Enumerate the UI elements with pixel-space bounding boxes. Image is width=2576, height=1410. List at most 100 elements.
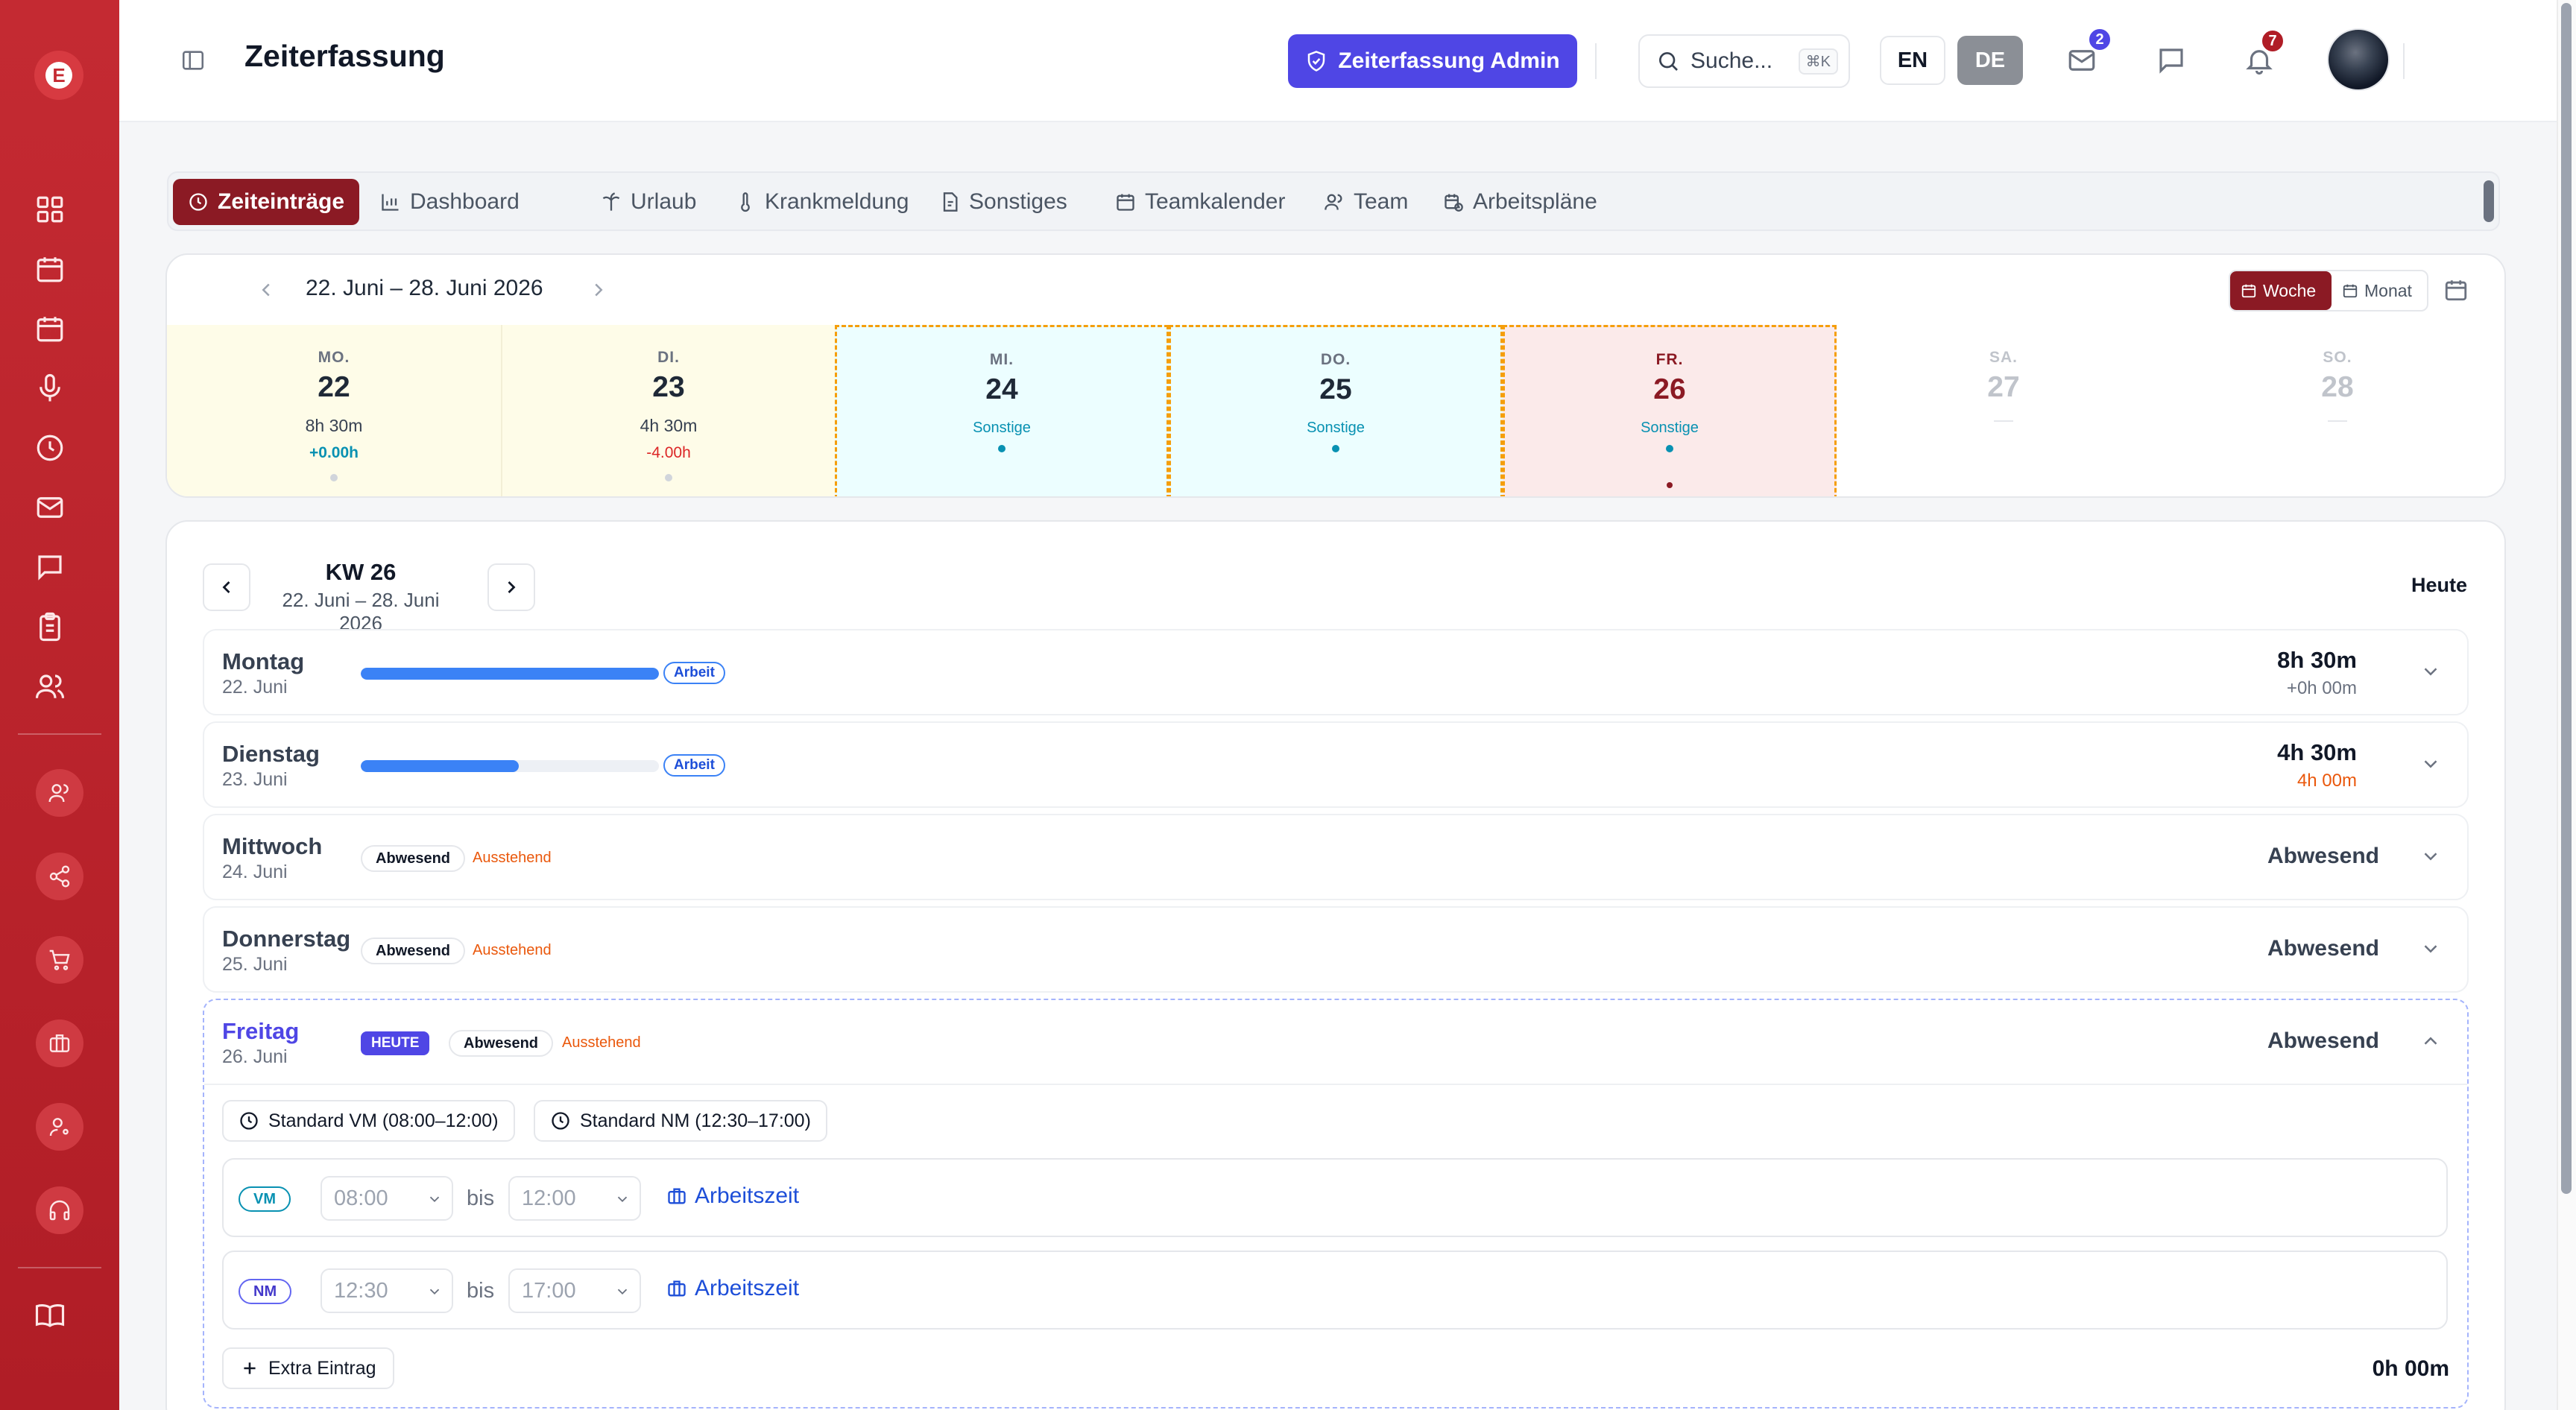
team-button[interactable] xyxy=(36,769,83,817)
shield-check-icon xyxy=(1305,50,1328,72)
slot-to-select[interactable]: 17:00 xyxy=(508,1268,641,1313)
main-area: Zeiterfassung Zeiterfassung Admin Suche.… xyxy=(119,0,2557,1410)
app-logo[interactable]: E xyxy=(34,51,83,100)
calendar-icon xyxy=(1115,192,1136,212)
clock-icon xyxy=(239,1110,259,1131)
absent-tag: Abwesend xyxy=(361,845,466,872)
mail-icon[interactable] xyxy=(34,492,66,523)
next-week-button[interactable] xyxy=(487,563,535,611)
work-tag: Arbeit xyxy=(663,662,725,684)
slot-from-select[interactable]: 12:30 xyxy=(321,1268,453,1313)
tab-teamkalender[interactable]: Teamkalender xyxy=(1100,179,1300,225)
day-row-friday[interactable]: Freitag 26. Juni HEUTE Abwesend Ausstehe… xyxy=(203,999,2469,1409)
day-cell-thu[interactable]: DO. 25 Sonstige xyxy=(1169,325,1503,496)
week-range: 22. Juni – 28. Juni 2026 xyxy=(282,589,440,634)
slot-type-link[interactable]: Arbeitszeit xyxy=(666,1183,799,1209)
calendar-picker-icon[interactable] xyxy=(2443,277,2469,303)
tabs-scrollbar[interactable] xyxy=(2484,180,2494,222)
tab-team[interactable]: Team xyxy=(1309,179,1423,225)
day-cell-fri[interactable]: FR. 26 Sonstige xyxy=(1503,325,1837,496)
template-vm-label: Standard VM (08:00–12:00) xyxy=(268,1110,499,1131)
row-day-name: Mittwoch xyxy=(222,833,323,859)
day-row-monday[interactable]: Montag 22. Juni Arbeit 8h 30m +0h 00m xyxy=(203,629,2469,715)
user-cog-icon xyxy=(48,1115,72,1139)
day-cell-wed[interactable]: MI. 24 Sonstige xyxy=(835,325,1169,496)
user-avatar[interactable] xyxy=(2327,28,2390,91)
users-icon[interactable] xyxy=(34,671,66,702)
tab-dashboard[interactable]: Dashboard xyxy=(365,179,534,225)
week-detail-card: KW 26 22. Juni – 28. Juni 2026 Heute Mon… xyxy=(165,520,2506,1410)
slot-bis-label: bis xyxy=(467,1186,495,1210)
thermometer-icon xyxy=(735,192,756,212)
chevron-down-icon[interactable] xyxy=(2419,938,2442,960)
progress-fill xyxy=(361,668,659,680)
day-row-wednesday[interactable]: Mittwoch 24. Juni Abwesend Ausstehend Ab… xyxy=(203,814,2469,900)
friday-total: 0h 00m xyxy=(2372,1356,2449,1381)
row-day-name: Freitag xyxy=(222,1018,300,1044)
admin-button[interactable]: Zeiterfassung Admin xyxy=(1288,34,1577,88)
briefcase-button[interactable] xyxy=(36,1019,83,1067)
day-row-thursday[interactable]: Donnerstag 25. Juni Abwesend Ausstehend … xyxy=(203,906,2469,993)
slot-type-label: Arbeitszeit xyxy=(695,1183,800,1208)
tab-urlaub[interactable]: Urlaub xyxy=(586,179,711,225)
search-input[interactable]: Suche... ⌘K xyxy=(1638,34,1850,88)
sidebar-toggle-icon[interactable] xyxy=(180,48,206,73)
chevron-down-icon[interactable] xyxy=(2419,660,2442,683)
day-cell-sun[interactable]: SO. 28 xyxy=(2171,325,2504,496)
slot-to-select[interactable]: 12:00 xyxy=(508,1176,641,1221)
work-tag: Arbeit xyxy=(663,754,725,777)
slot-type-label: Arbeitszeit xyxy=(695,1276,800,1300)
user-settings-button[interactable] xyxy=(36,1103,83,1151)
slot-type-link[interactable]: Arbeitszeit xyxy=(666,1276,799,1301)
day-category: Sonstige xyxy=(1641,420,1699,436)
template-vm-chip[interactable]: Standard VM (08:00–12:00) xyxy=(222,1100,515,1142)
chevron-up-icon[interactable] xyxy=(2419,1030,2442,1052)
row-total: Abwesend xyxy=(2267,936,2379,961)
row-day-date: 25. Juni xyxy=(222,954,288,975)
share-button[interactable] xyxy=(36,853,83,900)
slot-from-select[interactable]: 08:00 xyxy=(321,1176,453,1221)
week-label: KW 26 22. Juni – 28. Juni 2026 xyxy=(271,559,450,635)
calendar-grid-icon[interactable] xyxy=(34,313,66,344)
slot-from-value: 08:00 xyxy=(334,1186,388,1210)
chevron-down-icon xyxy=(426,1283,443,1300)
chat-icon[interactable] xyxy=(34,551,66,583)
row-day-date: 23. Juni xyxy=(222,769,288,790)
chevron-down-icon[interactable] xyxy=(2419,753,2442,775)
tab-zeiteintraege[interactable]: Zeiteinträge xyxy=(173,179,360,225)
logo-letter: E xyxy=(45,62,72,89)
extra-entry-button[interactable]: Extra Eintrag xyxy=(222,1347,394,1389)
template-nm-chip[interactable]: Standard NM (12:30–17:00) xyxy=(534,1100,827,1142)
tab-krankmeldung[interactable]: Krankmeldung xyxy=(720,179,924,225)
tab-sonstiges[interactable]: Sonstiges xyxy=(924,179,1082,225)
day-cell-mon[interactable]: MO. 22 8h 30m +0.00h xyxy=(167,325,501,496)
day-cell-tue[interactable]: DI. 23 4h 30m -4.00h xyxy=(501,325,835,496)
chevron-down-icon[interactable] xyxy=(2419,845,2442,867)
cart-button[interactable] xyxy=(36,936,83,984)
day-row-tuesday[interactable]: Dienstag 23. Juni Arbeit 4h 30m 4h 00m xyxy=(203,721,2469,808)
microphone-icon[interactable] xyxy=(34,373,66,404)
tab-arbeitsplaene[interactable]: Arbeitspläne xyxy=(1428,179,1612,225)
book-icon[interactable] xyxy=(34,1300,66,1331)
today-button[interactable]: Heute xyxy=(2411,574,2467,597)
day-dot xyxy=(665,474,672,481)
day-cell-sat[interactable]: SA. 27 xyxy=(1837,325,2171,496)
messages-icon[interactable] xyxy=(2156,45,2187,76)
view-week-button[interactable]: Woche xyxy=(2230,271,2332,310)
prev-week-button[interactable] xyxy=(203,563,250,611)
day-dot xyxy=(330,474,338,481)
clock-icon[interactable] xyxy=(34,432,66,464)
chevron-down-icon xyxy=(614,1191,631,1207)
pending-status: Ausstehend xyxy=(473,942,552,958)
dashboard-grid-icon[interactable] xyxy=(34,194,66,225)
chevron-left-icon[interactable] xyxy=(255,279,277,301)
support-button[interactable] xyxy=(36,1186,83,1234)
chevron-right-icon[interactable] xyxy=(587,279,610,301)
calendar-icon[interactable] xyxy=(34,253,66,285)
lang-en-button[interactable]: EN xyxy=(1880,36,1945,85)
lang-de-button[interactable]: DE xyxy=(1957,36,2023,85)
briefcase-icon xyxy=(48,1031,72,1055)
view-month-button[interactable]: Monat xyxy=(2332,271,2422,310)
clipboard-icon[interactable] xyxy=(34,611,66,642)
page-scrollbar-thumb[interactable] xyxy=(2561,3,2572,1194)
